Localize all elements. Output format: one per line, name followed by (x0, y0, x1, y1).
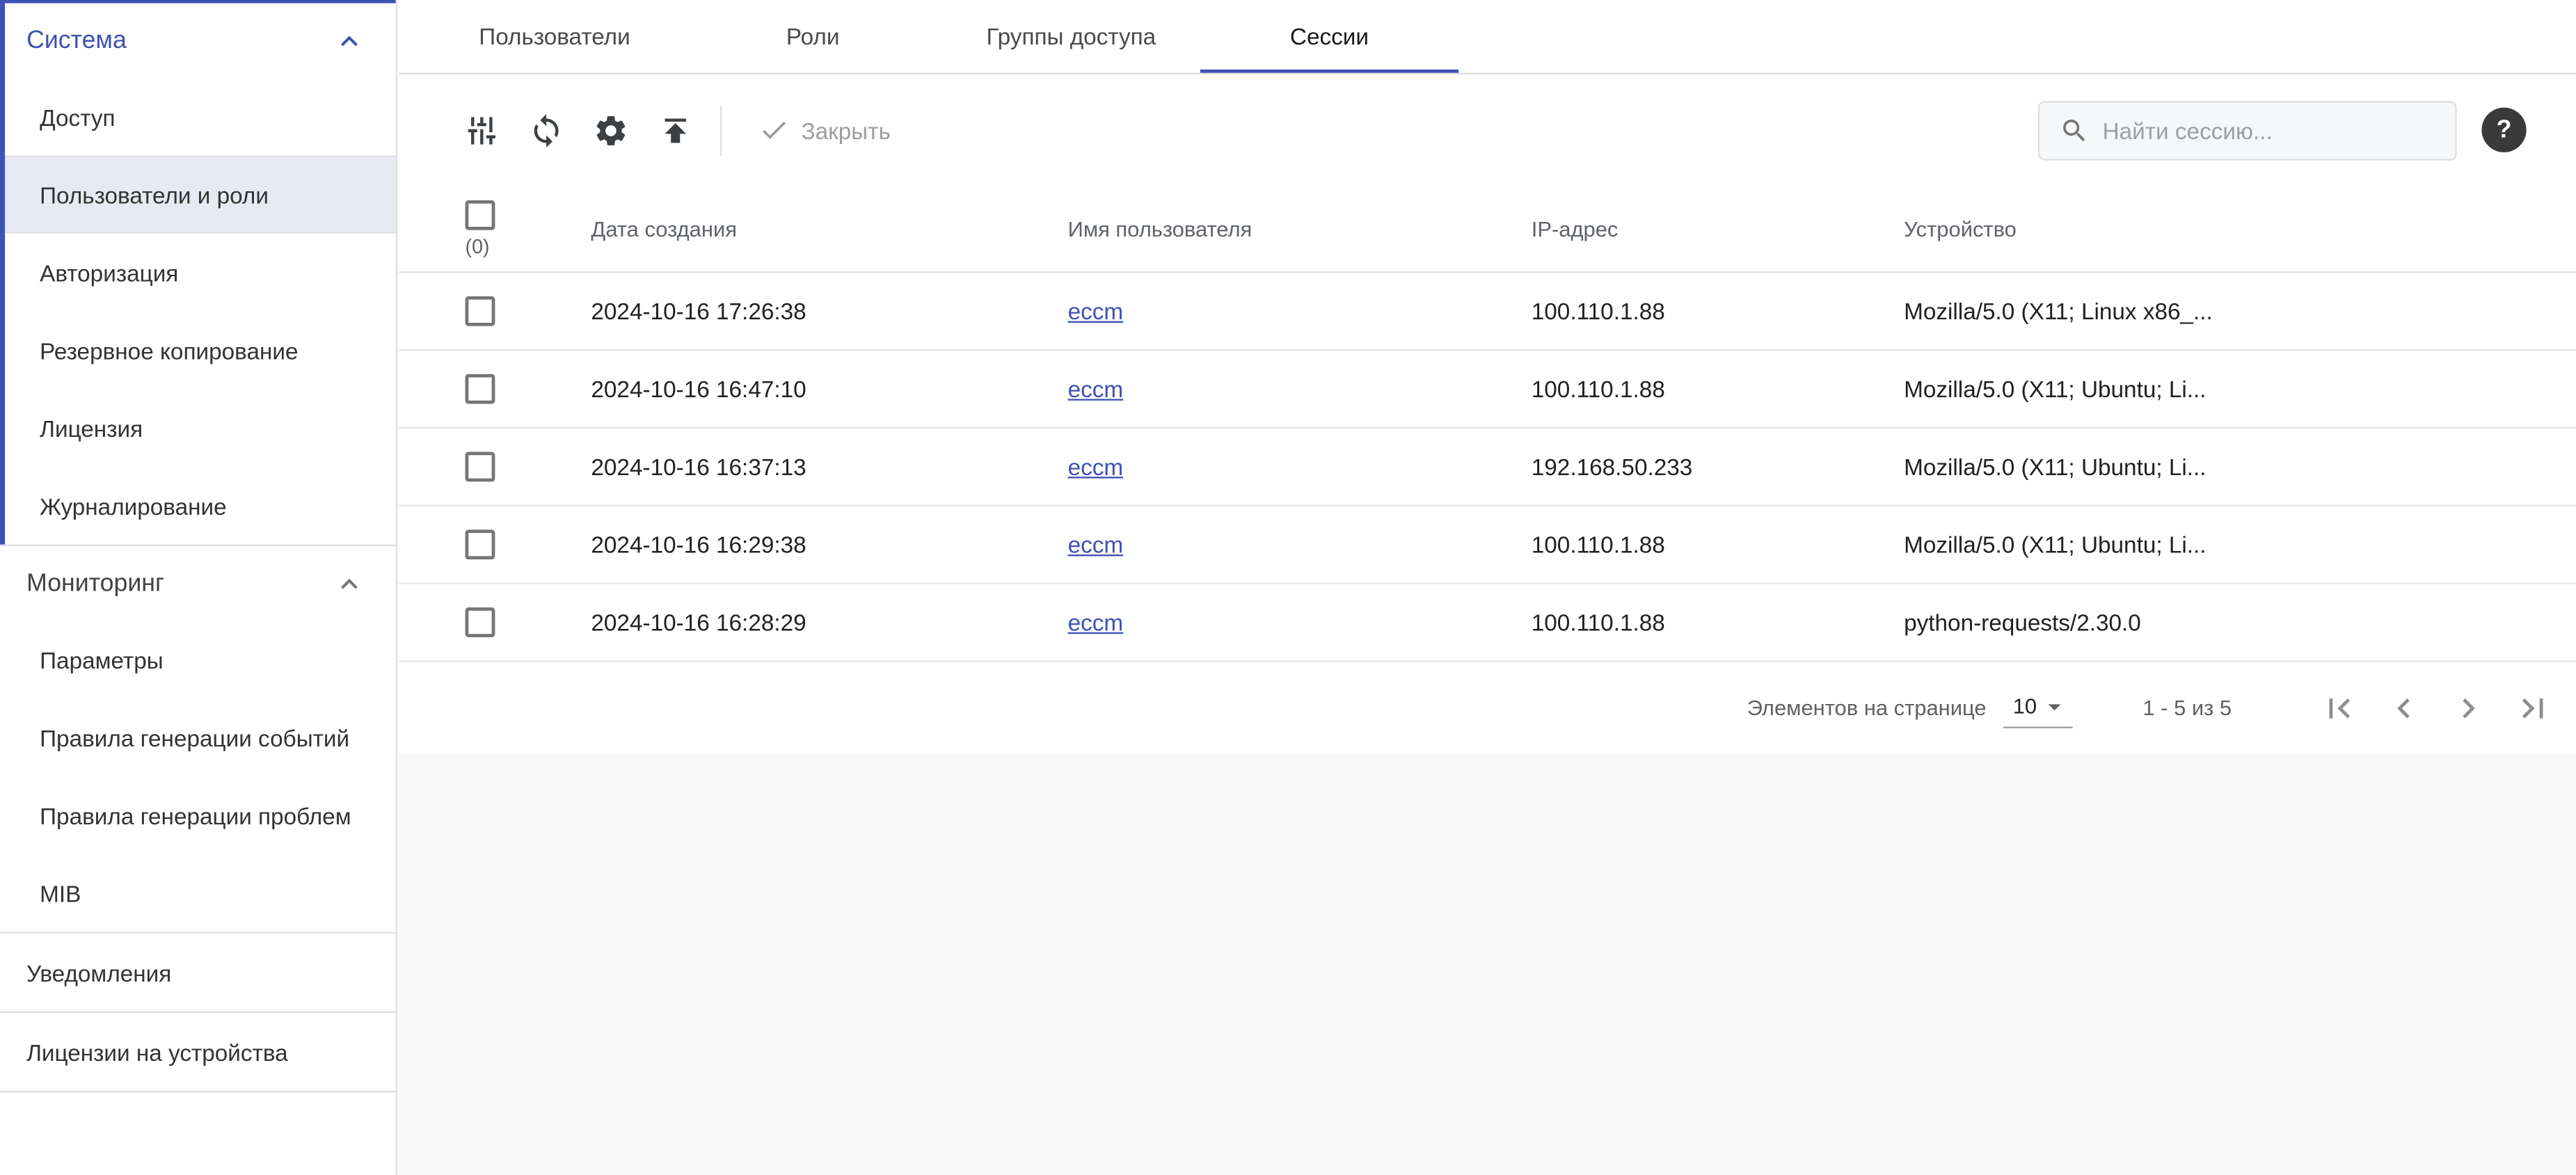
sidebar-section-header-notifications[interactable]: Уведомления (0, 934, 396, 1012)
settings-icon[interactable] (591, 110, 630, 150)
search-box (2038, 100, 2457, 160)
cell-device: Mozilla/5.0 (X11; Linux x86_... (1904, 298, 2576, 324)
column-header-user[interactable]: Имя пользователя (1068, 216, 1532, 241)
pagination: Элементов на странице 10 1 - 5 из 5 (399, 662, 2576, 753)
tab-roles[interactable]: Роли (684, 0, 942, 73)
sync-icon[interactable] (527, 110, 566, 150)
help-icon[interactable]: ? (2481, 108, 2526, 152)
cell-date: 2024-10-16 16:28:29 (591, 609, 1067, 636)
table-row[interactable]: 2024-10-16 17:26:38 eccm 100.110.1.88 Mo… (399, 273, 2576, 351)
tabbar: Пользователи Роли Группы доступа Сессии (399, 0, 2576, 74)
sidebar: Система Доступ Пользователи и роли Автор… (0, 0, 397, 1175)
table-row[interactable]: 2024-10-16 16:29:38 eccm 100.110.1.88 Mo… (399, 506, 2576, 584)
column-header-date[interactable]: Дата создания (591, 216, 1067, 241)
toolbar-divider (720, 105, 722, 154)
section-label: Система (26, 26, 127, 54)
user-link[interactable]: eccm (1068, 609, 1124, 636)
prev-page-icon[interactable] (2384, 688, 2424, 728)
sidebar-section-monitoring: Мониторинг Параметры Правила генерации с… (0, 545, 396, 932)
items-per-page-label: Элементов на странице (1747, 695, 1987, 720)
row-checkbox[interactable] (466, 296, 495, 326)
cell-ip: 100.110.1.88 (1532, 376, 1904, 402)
sessions-panel: Закрыть ? (0) Дата создания Имя пользова… (399, 74, 2576, 753)
cell-device: Mozilla/5.0 (X11; Ubuntu; Li... (1904, 454, 2576, 480)
cell-device: Mozilla/5.0 (X11; Ubuntu; Li... (1904, 376, 2576, 402)
sidebar-section-notifications: Уведомления (0, 932, 396, 1011)
select-all-checkbox[interactable] (466, 200, 495, 230)
app-window: Система Доступ Пользователи и роли Автор… (0, 0, 2576, 1175)
sidebar-section-header-device-licenses[interactable]: Лицензии на устройства (0, 1013, 396, 1091)
cell-ip: 100.110.1.88 (1532, 298, 1904, 324)
cell-ip: 192.168.50.233 (1532, 454, 1904, 480)
check-icon (758, 114, 790, 145)
caret-down-icon (2040, 691, 2070, 721)
upload-icon[interactable] (655, 110, 695, 150)
close-session-label: Закрыть (802, 117, 891, 143)
sidebar-item-logging[interactable]: Журналирование (5, 467, 395, 545)
sidebar-item-users-roles[interactable]: Пользователи и роли (5, 156, 395, 234)
search-input[interactable] (2103, 117, 2435, 143)
sidebar-item-backup[interactable]: Резервное копирование (5, 311, 395, 389)
cell-date: 2024-10-16 16:29:38 (591, 531, 1067, 558)
user-link[interactable]: eccm (1068, 531, 1124, 558)
sidebar-item-mib[interactable]: MIB (0, 854, 396, 932)
cell-device: Mozilla/5.0 (X11; Ubuntu; Li... (1904, 531, 2576, 558)
sidebar-section-header-system[interactable]: Система (5, 3, 395, 78)
cell-date: 2024-10-16 16:47:10 (591, 376, 1067, 402)
tab-sessions[interactable]: Сессии (1200, 0, 1458, 73)
tab-users[interactable]: Пользователи (425, 0, 683, 73)
sidebar-section-system: Система Доступ Пользователи и роли Автор… (0, 0, 396, 545)
last-page-icon[interactable] (2513, 688, 2553, 728)
sidebar-item-event-rules[interactable]: Правила генерации событий (0, 698, 396, 776)
sidebar-item-parameters[interactable]: Параметры (0, 621, 396, 698)
table-header: (0) Дата создания Имя пользователя IP-ад… (399, 185, 2576, 273)
sidebar-item-problem-rules[interactable]: Правила генерации проблем (0, 776, 396, 854)
main-content: Пользователи Роли Группы доступа Сессии (399, 0, 2576, 1175)
row-checkbox[interactable] (466, 529, 495, 559)
sidebar-item-access[interactable]: Доступ (5, 78, 395, 156)
range-label: 1 - 5 из 5 (2142, 695, 2232, 720)
selection-count: (0) (466, 234, 591, 257)
sidebar-section-header-monitoring[interactable]: Мониторинг (0, 546, 396, 621)
section-label: Мониторинг (26, 569, 164, 597)
cell-device: python-requests/2.30.0 (1904, 609, 2576, 636)
first-page-icon[interactable] (2319, 688, 2359, 728)
cell-date: 2024-10-16 17:26:38 (591, 298, 1067, 324)
column-header-ip[interactable]: IP-адрес (1532, 216, 1904, 241)
section-label: Лицензии на устройства (26, 1039, 288, 1065)
row-checkbox[interactable] (466, 607, 495, 637)
chevron-up-icon (333, 24, 366, 57)
user-link[interactable]: eccm (1068, 298, 1124, 324)
search-icon (2060, 115, 2090, 145)
cell-date: 2024-10-16 16:37:13 (591, 454, 1067, 480)
user-link[interactable]: eccm (1068, 454, 1124, 480)
tab-access-groups[interactable]: Группы доступа (942, 0, 1200, 73)
page-size-value: 10 (2013, 694, 2037, 719)
close-session-button[interactable]: Закрыть (742, 114, 907, 145)
table-row[interactable]: 2024-10-16 16:28:29 eccm 100.110.1.88 py… (399, 584, 2576, 662)
sidebar-item-authorization[interactable]: Авторизация (5, 233, 395, 311)
select-all-cell: (0) (399, 200, 591, 257)
chevron-up-icon (333, 567, 366, 600)
row-checkbox[interactable] (466, 374, 495, 404)
next-page-icon[interactable] (2449, 688, 2488, 728)
sidebar-section-device-licenses: Лицензии на устройства (0, 1012, 396, 1093)
cell-ip: 100.110.1.88 (1532, 531, 1904, 558)
table-row[interactable]: 2024-10-16 16:47:10 eccm 100.110.1.88 Mo… (399, 351, 2576, 429)
tune-icon[interactable] (462, 110, 502, 150)
toolbar: Закрыть ? (399, 74, 2576, 185)
table-row[interactable]: 2024-10-16 16:37:13 eccm 192.168.50.233 … (399, 429, 2576, 506)
sidebar-item-license[interactable]: Лицензия (5, 389, 395, 467)
cell-ip: 100.110.1.88 (1532, 609, 1904, 636)
user-link[interactable]: eccm (1068, 376, 1124, 402)
section-label: Уведомления (26, 959, 171, 986)
row-checkbox[interactable] (466, 452, 495, 482)
column-header-device[interactable]: Устройство (1904, 216, 2576, 241)
page-size-select[interactable]: 10 (2003, 688, 2073, 728)
